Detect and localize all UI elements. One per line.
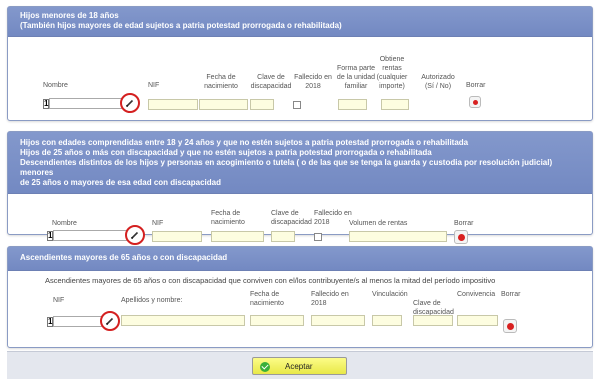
checkmark-icon (260, 362, 270, 372)
col-fallecido-line1: Fallecido en (314, 210, 352, 217)
panel-header: Hijos menores de 18 años (También hijos … (8, 7, 592, 37)
col-nombre: Nombre (43, 82, 68, 89)
col-obtiene-line4: importe) (379, 83, 405, 90)
col-nif: NIF (53, 297, 65, 304)
col-fallecido-line1: Fallecido en (294, 74, 332, 81)
section-title-line4: de 25 años o mayores de esa edad con dis… (20, 178, 221, 187)
col-autorizado-line1: Autorizado (421, 74, 455, 81)
col-fallecido: Fallecido en 2018 (311, 290, 349, 308)
clave-discapacidad-input[interactable] (413, 315, 453, 326)
col-fecha-line2: nacimiento (250, 300, 284, 307)
edit-pencil-icon[interactable] (120, 93, 140, 113)
delete-icon[interactable] (469, 96, 481, 108)
col-clave-line1: Clave de (271, 210, 299, 217)
col-clave-line2: discapacidad (271, 219, 312, 226)
panel-header: Ascendientes mayores de 65 años o con di… (8, 247, 592, 271)
col-nombre: Nombre (52, 220, 77, 227)
volumen-rentas-input[interactable] (349, 231, 447, 242)
footer-bar: Aceptar (7, 351, 593, 379)
col-convivencia: Convivencia (457, 291, 496, 298)
fallecido-checkbox[interactable] (293, 101, 301, 109)
col-fecha: Fecha de nacimiento (211, 209, 245, 227)
section-title: Ascendientes mayores de 65 años o con di… (20, 253, 228, 262)
delete-icon[interactable] (503, 319, 517, 333)
apellidos-nombre-input[interactable] (121, 315, 245, 326)
col-fallecido-line1: Fallecido en (311, 291, 349, 298)
col-vinculacion: Vinculación (372, 291, 408, 298)
forma-parte-input[interactable] (338, 99, 367, 110)
col-fecha: Fecha de nacimiento (250, 290, 284, 308)
fecha-nacimiento-input[interactable] (211, 231, 264, 242)
edit-pencil-icon[interactable] (100, 311, 120, 331)
fallecido-input[interactable] (311, 315, 365, 326)
section-title-line3: Descendientes distintos de los hijos y p… (20, 158, 553, 177)
nif-input[interactable] (152, 231, 202, 242)
col-fallecido-line2: 2018 (305, 83, 321, 90)
clave-discapacidad-input[interactable] (250, 99, 274, 110)
col-fecha-line1: Fecha de (211, 210, 241, 217)
col-borrar: Borrar (454, 220, 474, 227)
nombre-input[interactable] (53, 230, 128, 241)
col-obtiene-rentas: Obtiene rentas (cualquier importe) (368, 55, 416, 91)
col-obtiene-line1: Obtiene (379, 56, 405, 63)
section-subtitle: (También hijos mayores de edad sujetos a… (20, 21, 342, 30)
col-fecha-line2: nacimiento (204, 83, 238, 90)
col-borrar: Borrar (501, 291, 521, 298)
col-nif: NIF (152, 220, 164, 227)
fecha-nacimiento-input[interactable] (199, 99, 248, 110)
col-fallecido: Fallecido en 2018 (314, 209, 352, 227)
fallecido-checkbox[interactable] (314, 233, 322, 241)
col-obtiene-line2: rentas (382, 65, 402, 72)
panel-hijos-18-24: Hijos con edades comprendidas entre 18 y… (7, 131, 593, 245)
fecha-nacimiento-input[interactable] (250, 315, 304, 326)
col-autorizado: Autorizado (Sí / No) (413, 73, 463, 91)
clave-discapacidad-input[interactable] (271, 231, 295, 242)
col-fecha-line2: nacimiento (211, 219, 245, 226)
section-title-line1: Hijos con edades comprendidas entre 18 y… (20, 138, 469, 147)
col-clave-line1: Clave de (413, 300, 441, 307)
delete-icon[interactable] (454, 230, 468, 244)
panel-header: Hijos con edades comprendidas entre 18 y… (8, 132, 592, 194)
col-fecha: Fecha de nacimiento (196, 73, 246, 91)
col-fecha-line1: Fecha de (206, 74, 236, 81)
nif-input[interactable] (53, 316, 103, 327)
col-obtiene-line3: (cualquier (376, 74, 408, 81)
section-title-line2: Hijos de 25 años o más con discapacidad … (20, 148, 432, 157)
col-borrar: Borrar (466, 82, 486, 89)
col-nif: NIF (148, 82, 160, 89)
col-apellidos: Apellidos y nombre: (121, 297, 183, 304)
col-autorizado-line2: (Sí / No) (424, 83, 452, 90)
nombre-input[interactable] (49, 98, 124, 109)
convivencia-input[interactable] (457, 315, 498, 326)
section-note: Ascendientes mayores de 65 años o con di… (45, 276, 496, 285)
col-clave: Clave de discapacidad (271, 209, 312, 227)
col-volumen-rentas: Volumen de rentas (349, 220, 408, 227)
accept-label: Aceptar (285, 362, 313, 371)
section-title: Hijos menores de 18 años (20, 11, 119, 20)
nif-input[interactable] (148, 99, 198, 110)
panel-hijos-menores: Hijos menores de 18 años (También hijos … (7, 6, 593, 121)
col-fallecido-line2: 2018 (314, 219, 330, 226)
obtiene-rentas-input[interactable] (381, 99, 409, 110)
edit-pencil-icon[interactable] (125, 225, 145, 245)
col-fecha-line1: Fecha de (250, 291, 280, 298)
panel-ascendientes: Ascendientes mayores de 65 años o con di… (7, 246, 593, 348)
col-fallecido-line2: 2018 (311, 300, 327, 307)
vinculacion-input[interactable] (372, 315, 402, 326)
accept-button[interactable]: Aceptar (252, 357, 347, 375)
col-fallecido: Fallecido en 2018 (288, 73, 338, 91)
